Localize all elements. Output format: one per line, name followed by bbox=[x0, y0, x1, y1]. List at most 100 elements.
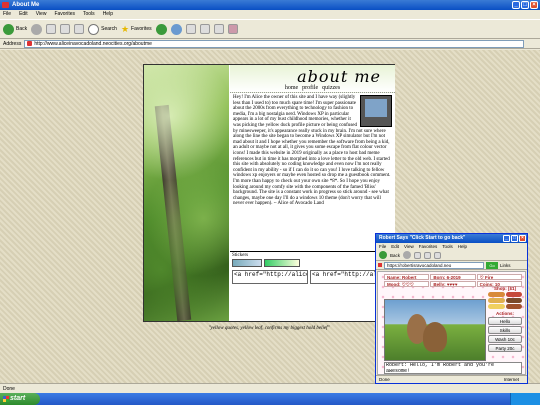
shop-panel: Shop: [$1] Actions: Hello Skills Wash 10… bbox=[488, 286, 522, 352]
start-button[interactable]: start bbox=[0, 393, 40, 405]
window-title: About Me bbox=[12, 2, 40, 8]
search-icon bbox=[88, 23, 100, 35]
menu-tools[interactable]: Tools bbox=[83, 10, 95, 19]
status-bar: Done bbox=[0, 383, 540, 393]
search-label: Search bbox=[101, 26, 117, 32]
title-bar: About Me _ □ × bbox=[0, 0, 540, 10]
popup-refresh-icon[interactable] bbox=[424, 251, 432, 259]
robert-popup-window: Robert Says "Click Start to go back" _ □… bbox=[375, 233, 528, 384]
address-input[interactable]: http://www.aliceinavocadoland.neocities.… bbox=[24, 39, 525, 48]
popup-status-bar: Done Internet bbox=[376, 375, 527, 383]
nav-quizzes[interactable]: quizzes bbox=[322, 85, 340, 91]
page-caption: "yellow quotes, yellow leaf, confirms my… bbox=[208, 326, 330, 331]
speech-box: Robert: Hello, I'm Robert and you're awe… bbox=[384, 362, 522, 374]
history-icon[interactable] bbox=[170, 23, 182, 35]
print-icon[interactable] bbox=[199, 24, 210, 34]
popup-status-text: Done bbox=[379, 377, 390, 382]
popup-forward-icon[interactable] bbox=[403, 251, 412, 259]
taskbar: start bbox=[0, 393, 540, 405]
popup-page-icon bbox=[378, 263, 382, 267]
shop-label: Shop: [$1] bbox=[494, 286, 516, 291]
pet-belly: Belly: ♥♥♥♥ bbox=[430, 281, 476, 287]
minimize-button[interactable]: _ bbox=[512, 1, 520, 9]
sticker-image[interactable] bbox=[264, 259, 300, 267]
windows-logo-icon bbox=[3, 396, 9, 402]
popup-toolbar: Back bbox=[376, 250, 527, 261]
popup-menu-favorites[interactable]: Favorites bbox=[419, 243, 438, 250]
messenger-icon[interactable] bbox=[227, 24, 238, 34]
popup-back-icon[interactable] bbox=[379, 251, 387, 259]
page-icon bbox=[27, 41, 33, 46]
popup-address-bar: https://robertisravocadoland.neo Go Link… bbox=[376, 261, 527, 270]
popup-menu-file[interactable]: File bbox=[379, 243, 386, 250]
wash-button[interactable]: Wash 10c bbox=[488, 335, 522, 343]
food-item[interactable] bbox=[488, 298, 505, 303]
favorites-button[interactable]: ★ Favorites bbox=[121, 24, 152, 35]
popup-menu-help[interactable]: Help bbox=[458, 243, 467, 250]
popup-back-label[interactable]: Back bbox=[390, 253, 400, 258]
toolbar: Back Search ★ Favorites bbox=[0, 19, 540, 39]
back-button[interactable]: Back bbox=[3, 23, 27, 35]
computer-photo bbox=[360, 95, 392, 127]
address-bar: Address http://www.aliceinavocadoland.ne… bbox=[0, 39, 540, 49]
home-icon[interactable] bbox=[74, 24, 85, 34]
pet-fire: ♡ Fire bbox=[476, 274, 522, 280]
stickers-section: Stickers <a href="http://aliceina <a hre… bbox=[230, 251, 395, 321]
menu-edit[interactable]: Edit bbox=[19, 10, 28, 19]
menu-help[interactable]: Help bbox=[103, 10, 113, 19]
edit-icon[interactable] bbox=[213, 24, 224, 34]
about-article: Hey! I'm Alice the owner of this site an… bbox=[230, 93, 395, 251]
food-item[interactable] bbox=[505, 298, 522, 303]
popup-menu-bar: File Edit View Favorites Tools Help bbox=[376, 243, 527, 250]
nav-home[interactable]: home bbox=[285, 85, 298, 91]
pet-mood: Mood: ♡♡♡ bbox=[384, 281, 430, 287]
food-item[interactable] bbox=[488, 292, 505, 297]
star-icon: ★ bbox=[120, 23, 130, 34]
about-panel: about me home profile quizzes Hey! I'm A… bbox=[230, 65, 395, 321]
popup-address-input[interactable]: https://robertisravocadoland.neo bbox=[384, 261, 484, 269]
refresh-icon[interactable] bbox=[60, 24, 71, 34]
popup-menu-tools[interactable]: Tools bbox=[442, 243, 453, 250]
stop-icon[interactable] bbox=[46, 24, 57, 34]
popup-stop-icon[interactable] bbox=[414, 251, 422, 259]
popup-home-icon[interactable] bbox=[434, 251, 442, 259]
popup-title-bar: Robert Says "Click Start to go back" _ □… bbox=[376, 234, 527, 243]
popup-go-button[interactable]: Go bbox=[486, 261, 498, 269]
squirrel-image bbox=[384, 299, 486, 361]
popup-minimize-button[interactable]: _ bbox=[503, 235, 510, 242]
popup-menu-edit[interactable]: Edit bbox=[391, 243, 399, 250]
popup-title: Robert Says "Click Start to go back" bbox=[379, 235, 466, 241]
pet-page: Name: Robert Born: 6-2019 ♡ Fire Mood: ♡… bbox=[377, 271, 526, 375]
popup-close-button[interactable]: × bbox=[519, 235, 526, 242]
mail-icon[interactable] bbox=[185, 24, 196, 34]
page-nav: home profile quizzes bbox=[230, 85, 395, 91]
sticker-image[interactable] bbox=[232, 259, 262, 267]
skills-button[interactable]: Skills bbox=[488, 326, 522, 334]
party-button[interactable]: Party 20c bbox=[488, 344, 522, 352]
nav-profile[interactable]: profile bbox=[302, 85, 318, 91]
menu-file[interactable]: File bbox=[3, 10, 11, 19]
popup-maximize-button[interactable]: □ bbox=[511, 235, 518, 242]
pet-born: Born: 6-2019 bbox=[430, 274, 476, 280]
close-button[interactable]: × bbox=[530, 1, 538, 9]
actions-label: Actions: bbox=[496, 311, 514, 316]
search-button[interactable]: Search bbox=[88, 23, 117, 35]
forward-arrow-icon[interactable] bbox=[31, 23, 43, 35]
popup-zone-text: Internet bbox=[503, 377, 519, 382]
food-item[interactable] bbox=[488, 304, 505, 309]
maximize-button[interactable]: □ bbox=[521, 1, 529, 9]
food-item[interactable] bbox=[505, 292, 522, 297]
start-label: start bbox=[10, 395, 26, 402]
about-frame: about me home profile quizzes Hey! I'm A… bbox=[143, 64, 395, 322]
media-icon[interactable] bbox=[155, 23, 167, 35]
popup-menu-view[interactable]: View bbox=[404, 243, 414, 250]
menu-favorites[interactable]: Favorites bbox=[54, 10, 75, 19]
food-item[interactable] bbox=[505, 304, 522, 309]
address-url: http://www.aliceinavocadoland.neocities.… bbox=[34, 40, 152, 47]
popup-links[interactable]: Links bbox=[500, 263, 511, 268]
about-banner: about me home profile quizzes bbox=[230, 65, 395, 93]
menu-view[interactable]: View bbox=[36, 10, 47, 19]
status-text: Done bbox=[3, 386, 15, 392]
sticker-code-box[interactable]: <a href="http://aliceina bbox=[232, 270, 308, 284]
hello-button[interactable]: Hello bbox=[488, 317, 522, 325]
